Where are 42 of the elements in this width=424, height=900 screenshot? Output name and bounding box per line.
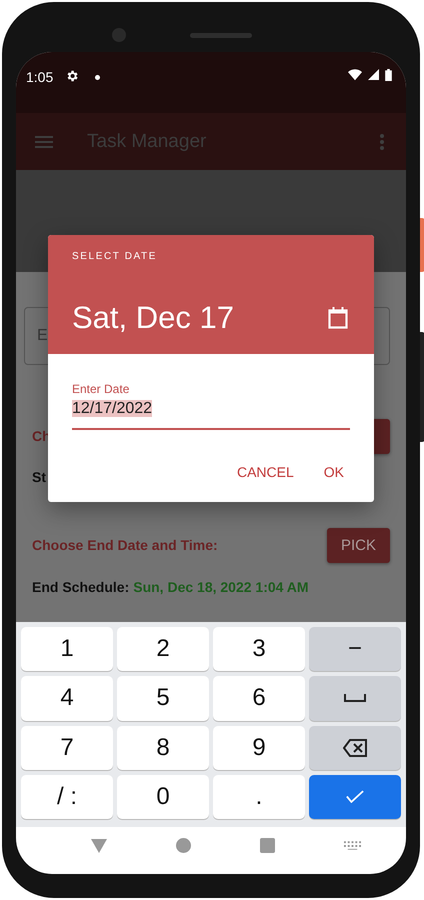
backspace-icon: [343, 738, 367, 757]
home-icon[interactable]: [176, 838, 191, 853]
key[interactable]: 9: [213, 726, 305, 770]
menu-icon[interactable]: [35, 136, 53, 148]
wifi-icon: [348, 69, 362, 81]
keyboard-icon[interactable]: [344, 840, 362, 850]
key[interactable]: 2: [117, 627, 209, 672]
back-icon[interactable]: [90, 838, 107, 852]
calendar-icon[interactable]: [328, 307, 348, 329]
key[interactable]: .: [213, 774, 305, 819]
end-schedule-value: Sun, Dec 18, 2022 1:04 AM: [133, 579, 309, 595]
date-input-field[interactable]: Enter Date 12/17/2022: [72, 382, 350, 430]
more-options-icon[interactable]: [380, 134, 384, 150]
function-key[interactable]: −: [309, 627, 401, 672]
recents-icon[interactable]: [260, 838, 276, 853]
key[interactable]: 0: [117, 774, 209, 819]
key[interactable]: 4: [21, 676, 113, 720]
key[interactable]: 6: [213, 676, 305, 720]
status-time: 1:05: [26, 69, 54, 85]
settings-icon: [65, 69, 80, 83]
ok-button[interactable]: OK: [324, 464, 344, 480]
end-schedule-label: End Schedule:: [32, 579, 130, 595]
start-schedule-label: St: [32, 469, 46, 485]
key[interactable]: 5: [117, 676, 209, 720]
space-bar-icon: [344, 694, 366, 702]
dialog-overline: SELECT DATE: [72, 251, 158, 262]
notification-dot-icon: [95, 75, 100, 80]
key[interactable]: 1: [21, 627, 113, 672]
end-date-label: Choose End Date and Time:: [32, 537, 218, 553]
enter-key[interactable]: [309, 774, 401, 819]
key[interactable]: 3: [213, 627, 305, 672]
backspace-key[interactable]: [309, 726, 401, 770]
cancel-button[interactable]: CANCEL: [236, 464, 294, 480]
end-pick-button[interactable]: PICK: [327, 528, 390, 562]
key[interactable]: 7: [21, 726, 113, 770]
battery-icon: [385, 69, 392, 81]
checkmark-icon: [346, 790, 364, 804]
speaker-grille: [190, 33, 252, 38]
signal-icon: [368, 69, 379, 80]
key[interactable]: / :: [21, 774, 113, 819]
selected-date-headline: Sat, Dec 17: [72, 300, 234, 336]
key[interactable]: 8: [117, 726, 209, 770]
